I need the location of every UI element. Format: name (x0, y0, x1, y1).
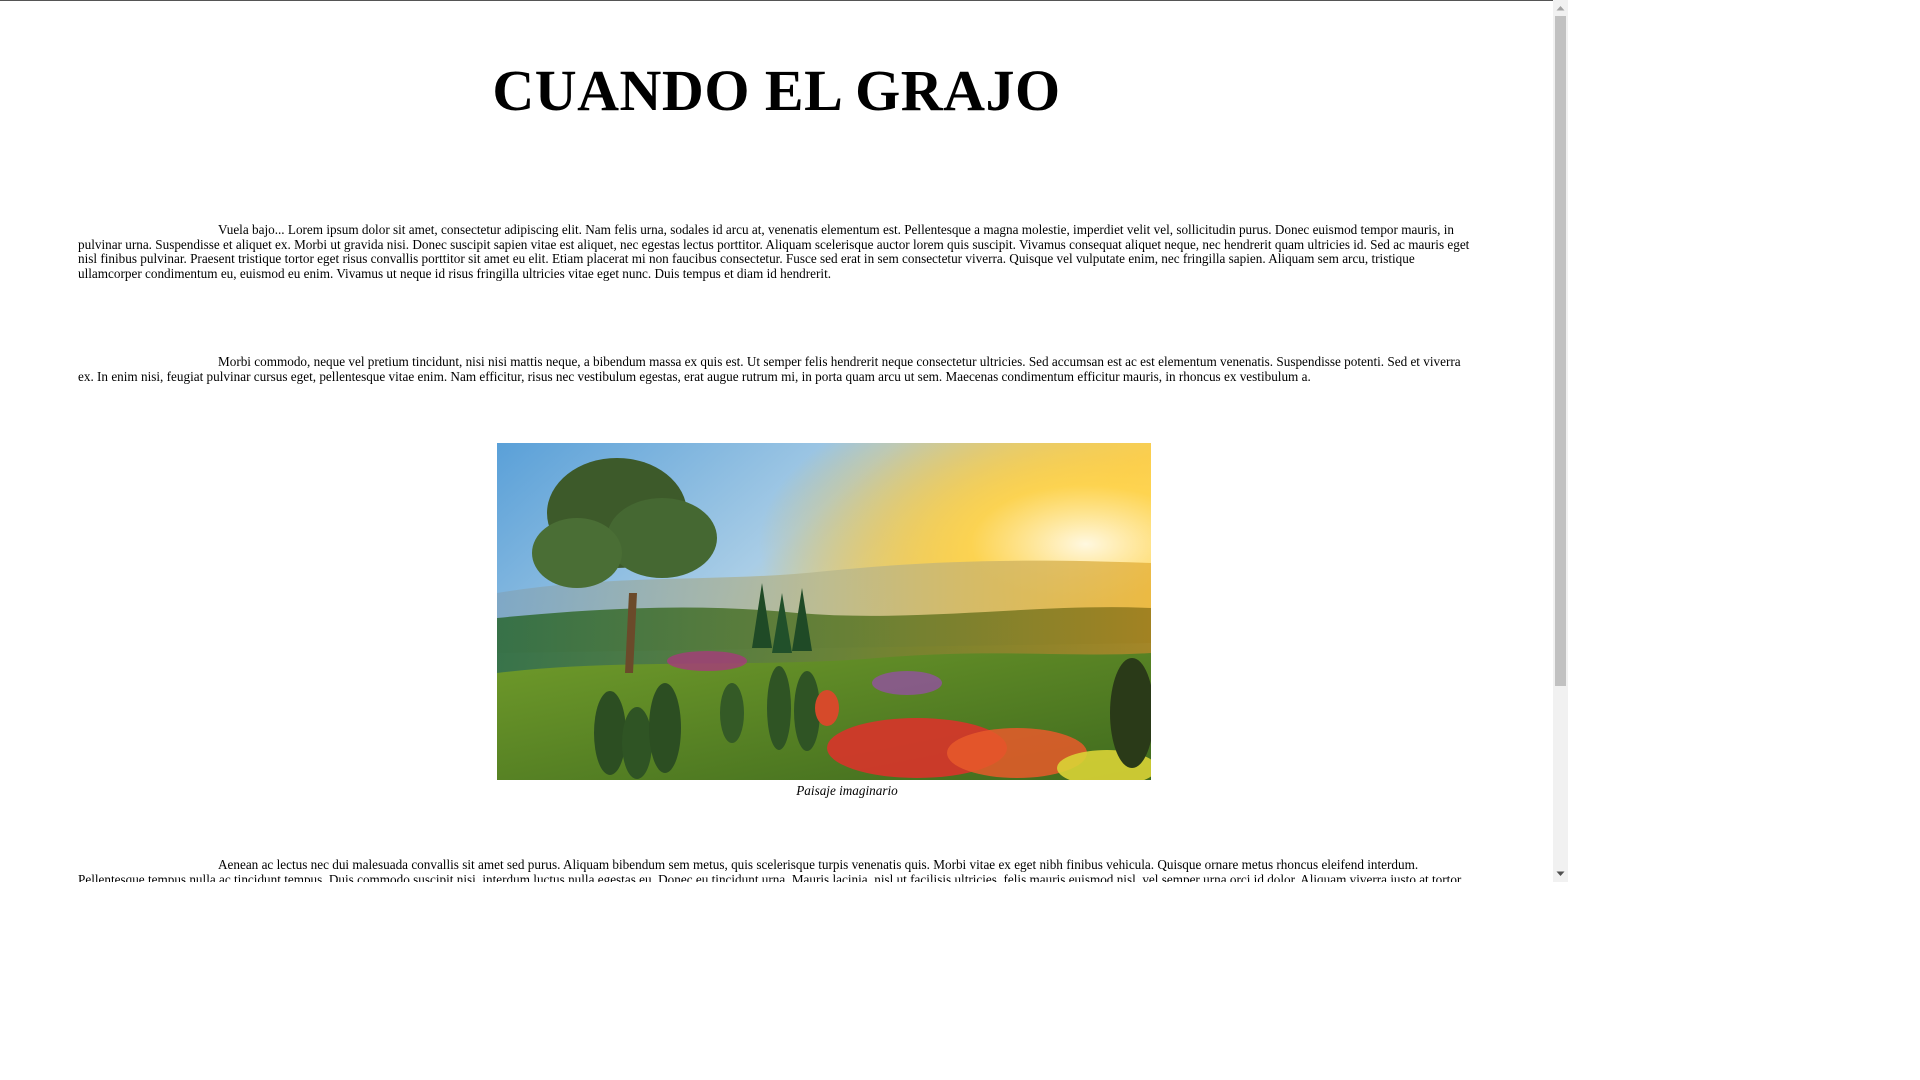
paragraph-2: Morbi commodo, neque vel pretium tincidu… (78, 354, 1461, 384)
page-title: CUANDO EL GRAJO (492, 58, 1061, 123)
vertical-scrollbar[interactable] (1553, 0, 1568, 882)
scroll-down-icon[interactable] (1553, 867, 1568, 881)
figure-caption: Paisaje imaginario (796, 783, 898, 798)
scrollbar-thumb[interactable] (1555, 16, 1566, 686)
landscape-figure: Paisaje imaginario (497, 443, 1151, 799)
article-page: CUANDO EL GRAJO Vuela bajo... Lorem ipsu… (0, 0, 1553, 882)
paragraph-3: Aenean ac lectus nec dui malesuada conva… (78, 857, 1462, 882)
landscape-image (497, 443, 1151, 780)
paragraph-1: Vuela bajo... Lorem ipsum dolor sit amet… (78, 222, 1470, 281)
scroll-up-icon[interactable] (1553, 1, 1568, 15)
